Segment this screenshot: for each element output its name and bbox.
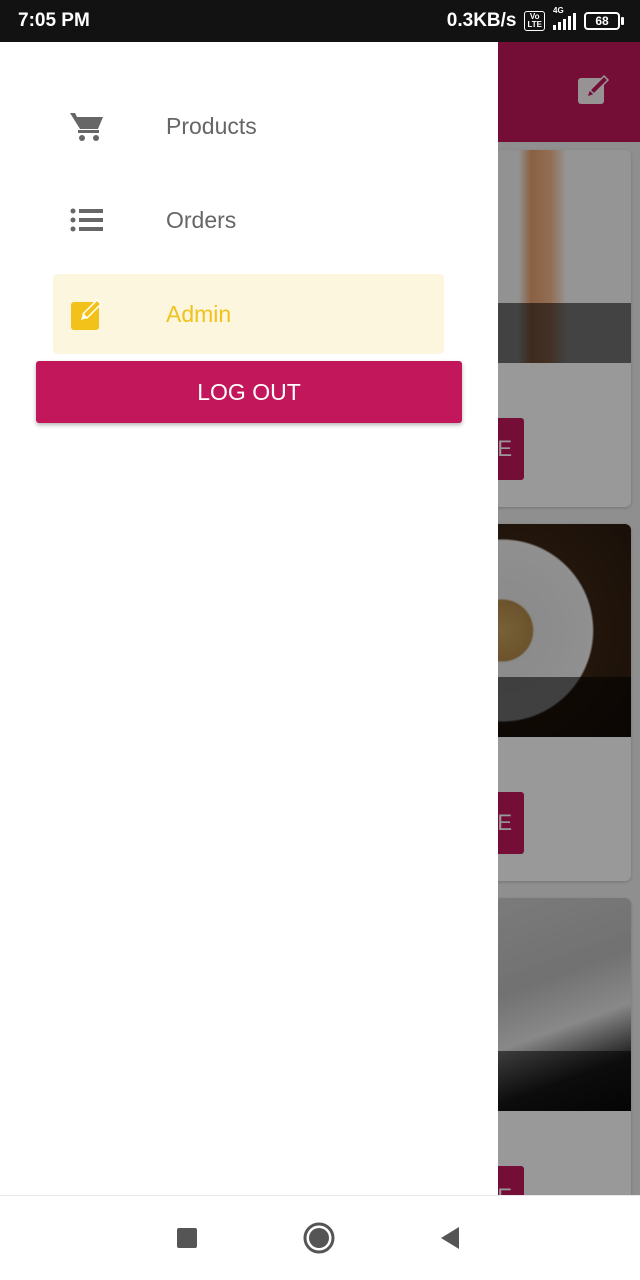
status-icons: 0.3KB/s Vo LTE 4G 68: [446, 6, 624, 32]
system-nav-bar: [0, 1195, 640, 1280]
edit-icon: [69, 296, 105, 332]
network-speed: 0.3KB/s: [446, 10, 517, 31]
drawer-item-label: Orders: [166, 206, 237, 233]
back-icon[interactable]: [434, 1222, 466, 1254]
drawer-item-products[interactable]: Products: [53, 86, 444, 166]
status-bar: 7:05 PM 0.3KB/s Vo LTE 4G 68: [0, 0, 640, 42]
volte-icon: Vo LTE: [524, 11, 545, 31]
list-icon: [69, 202, 105, 238]
battery-level: 68: [595, 14, 609, 28]
drawer-item-orders[interactable]: Orders: [53, 180, 444, 260]
navigation-drawer: Products Orders Admin LOG OUT: [0, 42, 498, 1195]
home-icon[interactable]: [303, 1222, 335, 1254]
cart-icon: [69, 108, 105, 144]
network-type-label: 4G: [553, 6, 564, 15]
drawer-item-admin[interactable]: Admin: [53, 274, 444, 354]
signal-icon: 4G: [553, 6, 576, 30]
battery-icon: 68: [584, 12, 624, 30]
logout-button[interactable]: LOG OUT: [36, 361, 462, 423]
recent-apps-icon[interactable]: [171, 1222, 203, 1254]
status-time: 7:05 PM: [18, 10, 90, 31]
screen: 7:05 PM 0.3KB/s Vo LTE 4G 68 E E Product…: [0, 0, 640, 1280]
drawer-item-label: Admin: [166, 300, 232, 327]
drawer-item-label: Products: [166, 112, 257, 139]
